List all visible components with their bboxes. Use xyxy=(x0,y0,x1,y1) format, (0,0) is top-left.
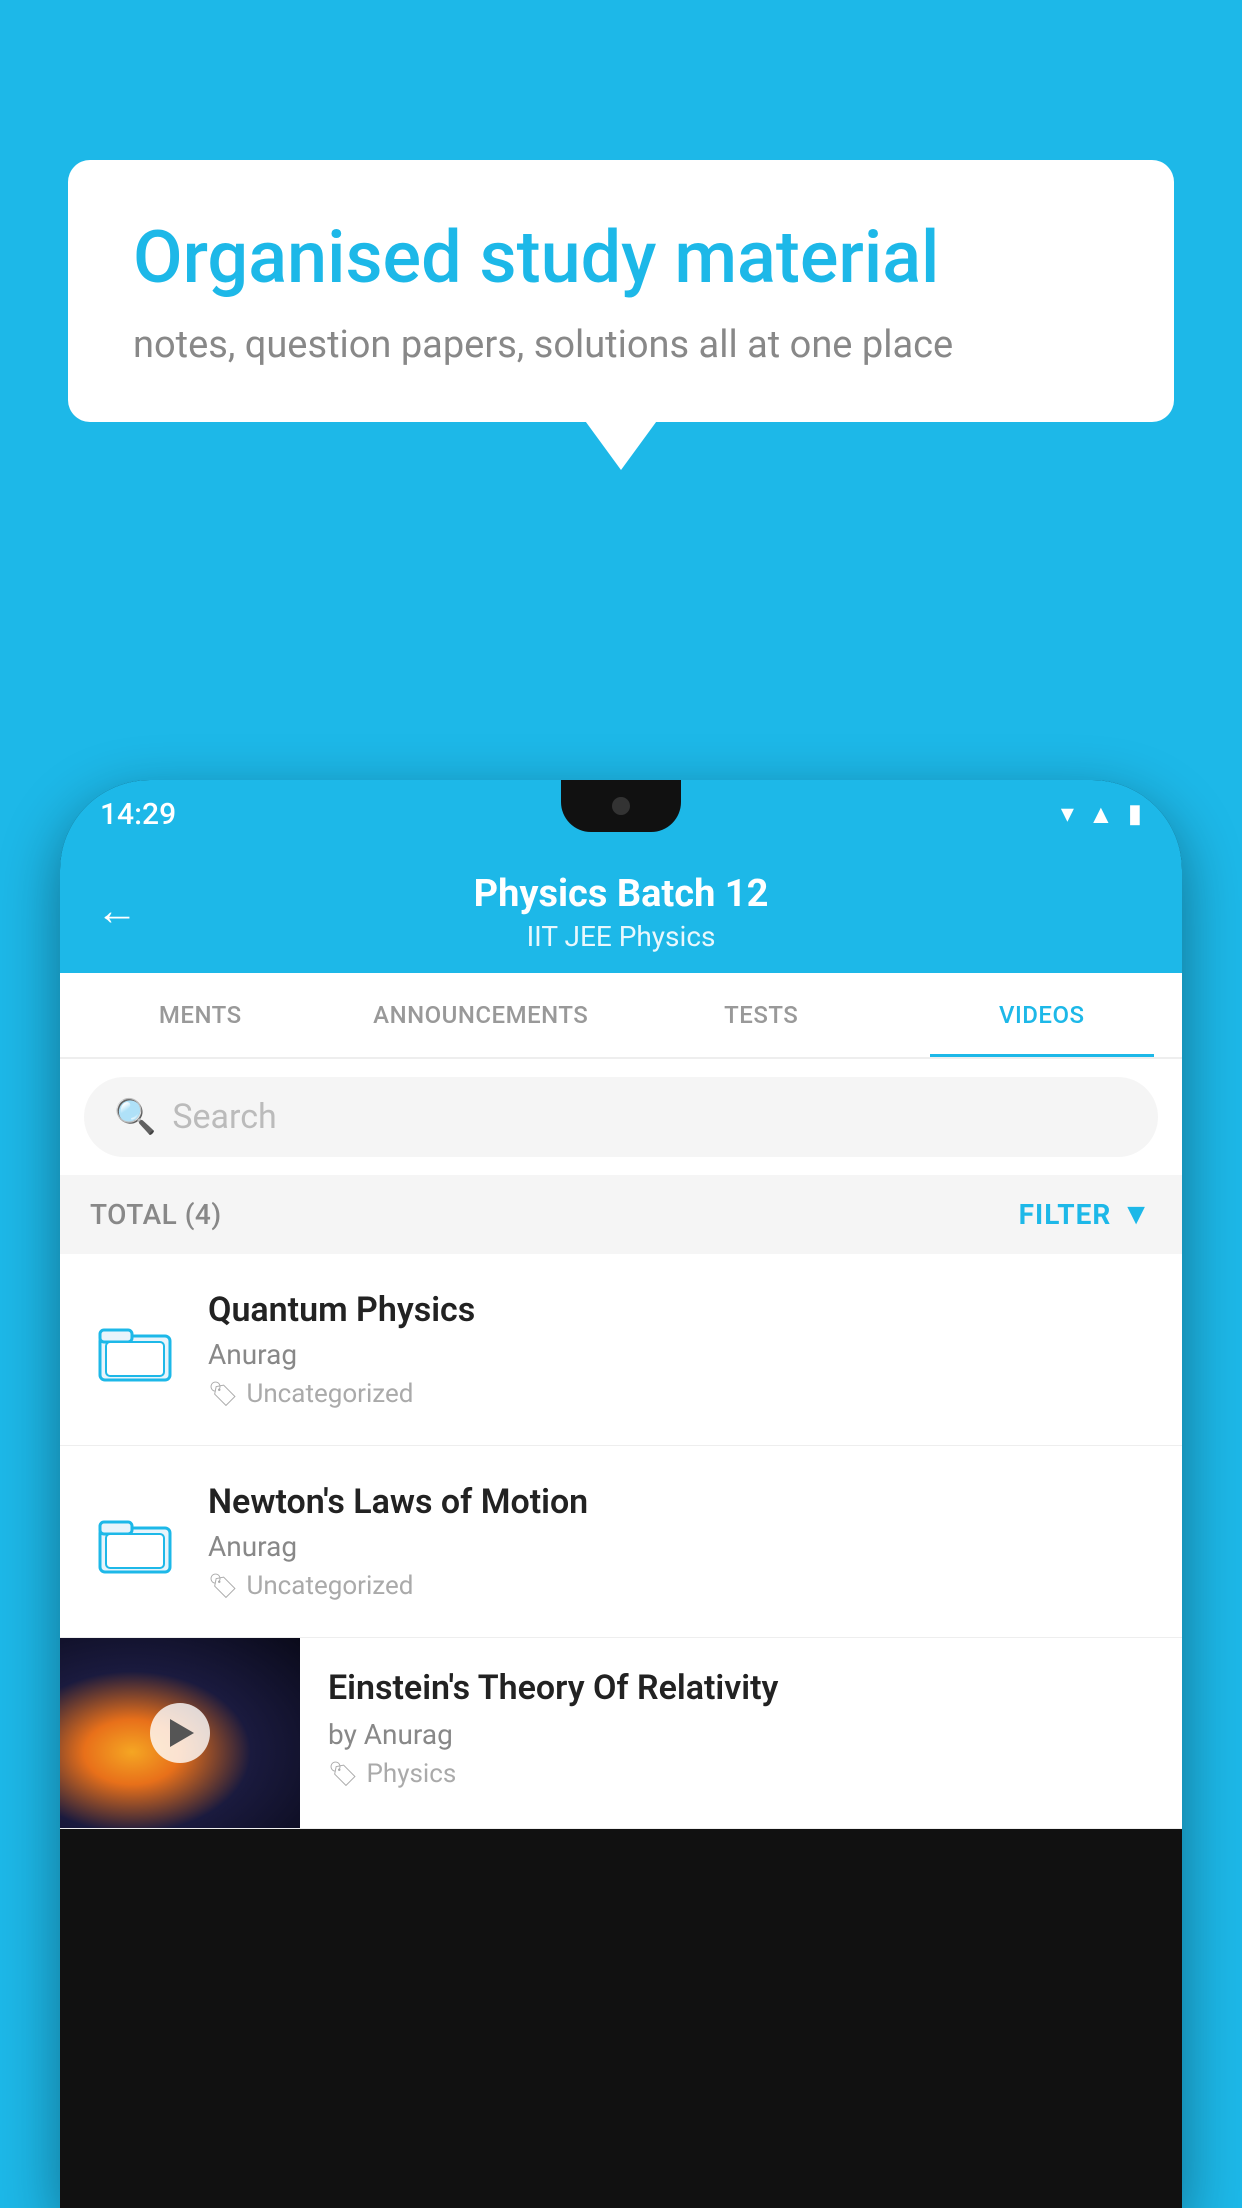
filter-funnel-icon: ▼ xyxy=(1121,1197,1152,1232)
status-icons: ▾ ▲ ▮ xyxy=(1061,799,1142,830)
tag-icon: 🏷 xyxy=(208,1572,238,1600)
item-author: by Anurag xyxy=(328,1718,1152,1751)
battery-icon: ▮ xyxy=(1128,799,1142,829)
filter-button[interactable]: FILTER ▼ xyxy=(1019,1197,1152,1232)
item-tag: 🏷 Uncategorized xyxy=(208,1571,1152,1601)
thumb-background xyxy=(60,1638,300,1828)
search-placeholder: Search xyxy=(172,1097,276,1137)
search-icon: 🔍 xyxy=(114,1097,156,1137)
list-item[interactable]: Quantum Physics Anurag 🏷 Uncategorized xyxy=(60,1254,1182,1446)
item-title: Newton's Laws of Motion xyxy=(208,1482,1152,1522)
total-count: TOTAL (4) xyxy=(90,1198,222,1231)
list-item[interactable]: Newton's Laws of Motion Anurag 🏷 Uncateg… xyxy=(60,1446,1182,1638)
bubble-subtitle: notes, question papers, solutions all at… xyxy=(133,323,1109,367)
phone-frame: 14:29 ▾ ▲ ▮ ← Physics Batch 12 IIT JEE P… xyxy=(60,780,1182,2208)
wifi-icon: ▾ xyxy=(1061,799,1074,829)
signal-icon: ▲ xyxy=(1088,799,1114,830)
item-tag: 🏷 Physics xyxy=(328,1759,1152,1789)
item-info: Quantum Physics Anurag 🏷 Uncategorized xyxy=(208,1290,1152,1409)
camera-dot xyxy=(612,797,630,815)
tag-icon: 🏷 xyxy=(328,1760,358,1788)
list-item[interactable]: Einstein's Theory Of Relativity by Anura… xyxy=(60,1638,1182,1829)
item-info: Newton's Laws of Motion Anurag 🏷 Uncateg… xyxy=(208,1482,1152,1601)
status-time: 14:29 xyxy=(100,797,176,832)
header-subtitle: IIT JEE Physics xyxy=(100,920,1142,953)
video-list: Quantum Physics Anurag 🏷 Uncategorized N… xyxy=(60,1254,1182,1829)
tab-ments[interactable]: MENTS xyxy=(60,973,341,1057)
folder-icon xyxy=(90,1305,180,1395)
play-button[interactable] xyxy=(150,1703,210,1763)
speech-bubble: Organised study material notes, question… xyxy=(68,160,1174,422)
search-bar[interactable]: 🔍 Search xyxy=(84,1077,1158,1157)
search-container: 🔍 Search xyxy=(60,1059,1182,1175)
bubble-title: Organised study material xyxy=(133,215,1109,301)
back-button[interactable]: ← xyxy=(96,886,138,935)
tabs-container: MENTS ANNOUNCEMENTS TESTS VIDEOS xyxy=(60,973,1182,1059)
item-author: Anurag xyxy=(208,1530,1152,1563)
tab-videos[interactable]: VIDEOS xyxy=(902,973,1183,1057)
speech-bubble-container: Organised study material notes, question… xyxy=(68,160,1174,422)
tab-tests[interactable]: TESTS xyxy=(621,973,902,1057)
folder-icon xyxy=(90,1497,180,1587)
item-author: Anurag xyxy=(208,1338,1152,1371)
tag-icon: 🏷 xyxy=(208,1380,238,1408)
app-header: ← Physics Batch 12 IIT JEE Physics xyxy=(60,848,1182,973)
header-title: Physics Batch 12 xyxy=(100,872,1142,916)
play-triangle-icon xyxy=(170,1719,194,1747)
item-title: Einstein's Theory Of Relativity xyxy=(328,1668,1152,1708)
status-bar: 14:29 ▾ ▲ ▮ xyxy=(60,780,1182,848)
notch xyxy=(561,780,681,832)
item-title: Quantum Physics xyxy=(208,1290,1152,1330)
item-tag: 🏷 Uncategorized xyxy=(208,1379,1152,1409)
filter-bar: TOTAL (4) FILTER ▼ xyxy=(60,1175,1182,1254)
item-info: Einstein's Theory Of Relativity by Anura… xyxy=(328,1638,1152,1819)
tab-announcements[interactable]: ANNOUNCEMENTS xyxy=(341,973,622,1057)
video-thumbnail xyxy=(60,1638,300,1828)
